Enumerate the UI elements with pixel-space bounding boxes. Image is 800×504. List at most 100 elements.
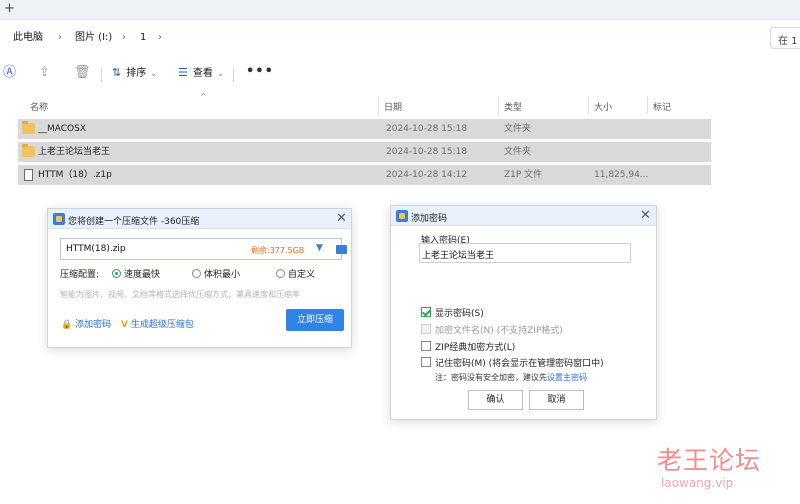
file-date: 2024-10-28 15:18	[386, 124, 468, 134]
chevron-right-icon: ›	[58, 32, 62, 43]
new-tab-button[interactable]: +	[4, 1, 15, 17]
checkbox-checked-icon	[421, 307, 431, 317]
radio-icon	[192, 269, 201, 278]
column-divider[interactable]	[498, 96, 499, 114]
more-options-button[interactable]: •••	[246, 64, 274, 79]
dialog-title-bar[interactable]: 您将创建一个压缩文件 -360压缩 ✕	[48, 209, 351, 229]
file-type: Z1P 文件	[504, 170, 543, 180]
column-divider[interactable]	[647, 96, 648, 114]
view-icon: ☰	[178, 66, 188, 79]
file-name: 上老王论坛当老王	[38, 147, 111, 157]
title-bar: +	[0, 0, 800, 20]
search-box[interactable]: 在 1	[770, 27, 800, 49]
chevron-right-icon: ›	[122, 32, 126, 43]
option-smallest[interactable]: 体积最小	[192, 267, 240, 280]
zip-classic-checkbox[interactable]: ZIP经典加密方式(L)	[421, 340, 515, 353]
set-master-password-link[interactable]: 设置主密码	[547, 373, 587, 382]
folder-icon	[22, 144, 35, 157]
file-name: HTTM（18）.z1p	[38, 170, 112, 180]
close-icon[interactable]: ✕	[336, 211, 347, 226]
remember-password-checkbox[interactable]: 记住密码(M) (将会显示在管理密码窗口中)	[421, 356, 604, 369]
password-input[interactable]: 上老王论坛当老王	[419, 243, 631, 263]
show-password-checkbox[interactable]: 显示密码(S)	[421, 306, 484, 319]
super-pack-link[interactable]: V 生成超级压缩包	[121, 317, 194, 330]
add-password-link[interactable]: 🔒 添加密码	[61, 317, 111, 330]
column-header-tags[interactable]: 标记	[653, 100, 671, 113]
file-type: 文件夹	[504, 147, 532, 157]
checkbox-icon	[421, 341, 431, 351]
rename-icon[interactable]: Ⓐ	[3, 66, 16, 80]
chevron-right-icon: ›	[158, 32, 162, 43]
cancel-button[interactable]: 取消	[529, 390, 584, 410]
checkbox-label: 显示密码(S)	[435, 309, 484, 319]
dialog-title: 您将创建一个压缩文件 -360压缩	[68, 217, 200, 227]
dropdown-arrow-icon[interactable]: ▼	[316, 243, 323, 253]
checkbox-label: 记住密码(M) (将会显示在管理密码窗口中)	[435, 359, 604, 369]
add-password-label: 添加密码	[75, 320, 112, 330]
chevron-down-icon: ⌄	[216, 69, 224, 78]
option-fastest[interactable]: 速度最快	[112, 267, 160, 280]
delete-icon[interactable]: 🗑	[74, 66, 91, 80]
note-text: 注：密码没有安全加密，建议先	[435, 373, 547, 382]
v-badge-icon: V	[121, 320, 128, 330]
option-label: 自定义	[288, 270, 316, 280]
folder-icon	[22, 121, 35, 134]
column-divider[interactable]	[588, 96, 589, 114]
option-custom[interactable]: 自定义	[276, 267, 315, 280]
checkbox-label: 加密文件名(N) (不支持ZIP格式)	[435, 326, 563, 336]
watermark-url: laowang.vip	[661, 476, 734, 490]
dialog-title: 添加密码	[411, 214, 448, 224]
close-icon[interactable]: ✕	[640, 208, 651, 223]
encrypt-filename-checkbox: 加密文件名(N) (不支持ZIP格式)	[421, 323, 563, 336]
radio-icon	[276, 269, 285, 278]
archive-filename: HTTM(18).zip	[66, 244, 126, 254]
breadcrumb-drive[interactable]: 图片 (I:)	[75, 31, 112, 45]
option-label: 体积最小	[204, 270, 241, 280]
checkbox-icon	[421, 324, 431, 334]
add-password-dialog: 添加密码 ✕ 输入密码(E) 上老王论坛当老王 显示密码(S) 加密文件名(N)…	[390, 205, 657, 420]
compress-hint: 智能为图片、视频、文档等格式选择优压缩方式，兼具速度和压缩率	[60, 290, 300, 299]
super-pack-label: 生成超级压缩包	[130, 320, 194, 330]
free-space-label: 剩余:377.5GB	[251, 246, 305, 255]
zip-app-icon	[53, 213, 65, 225]
column-header-type[interactable]: 类型	[504, 100, 522, 113]
watermark-text: 老王论坛	[657, 446, 762, 475]
confirm-button[interactable]: 确认	[468, 390, 523, 410]
share-icon[interactable]: ⇪	[39, 66, 50, 80]
column-header-date[interactable]: 日期	[384, 100, 402, 113]
column-header-name[interactable]: 名称	[30, 100, 48, 113]
dialog-title-bar[interactable]: 添加密码 ✕	[391, 206, 656, 226]
column-divider[interactable]	[378, 96, 379, 114]
column-headers: ^ 名称 日期 类型 大小 标记	[0, 92, 800, 116]
compress-dialog: 您将创建一个压缩文件 -360压缩 ✕ HTTM(18).zip 剩余:377.…	[47, 208, 352, 348]
file-name: __MACOSX	[38, 124, 87, 134]
compress-now-button[interactable]: 立即压缩	[286, 309, 344, 331]
view-label: 查看	[192, 68, 213, 79]
breadcrumb-this-pc[interactable]: 此电脑	[13, 31, 43, 45]
sort-label: 排序	[126, 68, 147, 79]
file-date: 2024-10-28 15:18	[386, 147, 468, 157]
radio-selected-icon	[112, 269, 121, 278]
view-button[interactable]: ☰ 查看 ⌄	[178, 66, 224, 81]
file-icon	[24, 169, 33, 181]
browse-folder-icon[interactable]	[336, 245, 347, 254]
option-label: 速度最快	[124, 270, 161, 280]
file-row[interactable]: 上老王论坛当老王 2024-10-28 15:18 文件夹	[18, 142, 711, 162]
file-date: 2024-10-28 14:12	[386, 170, 468, 180]
checkbox-label: ZIP经典加密方式(L)	[435, 343, 516, 353]
address-bar: 此电脑 › 图片 (I:) › 1 › 在 1	[0, 20, 800, 56]
lock-icon: 🔒	[61, 320, 73, 330]
toolbar-divider	[233, 68, 234, 82]
file-row[interactable]: __MACOSX 2024-10-28 15:18 文件夹	[18, 119, 711, 139]
column-header-size[interactable]: 大小	[594, 100, 612, 113]
file-type: 文件夹	[504, 124, 532, 134]
sort-icon: ⇅	[112, 66, 122, 79]
sort-ascending-icon: ^	[200, 92, 207, 101]
password-value: 上老王论坛当老王	[422, 251, 495, 261]
security-note: 注：密码没有安全加密，建议先设置主密码	[435, 372, 587, 383]
sort-button[interactable]: ⇅ 排序 ⌄	[112, 66, 157, 81]
breadcrumb-folder[interactable]: 1	[140, 31, 146, 45]
toolbar-divider	[101, 68, 102, 82]
archive-path-input[interactable]: HTTM(18).zip 剩余:377.5GB ▼	[60, 238, 347, 260]
file-row[interactable]: HTTM（18）.z1p 2024-10-28 14:12 Z1P 文件 11,…	[18, 165, 711, 185]
